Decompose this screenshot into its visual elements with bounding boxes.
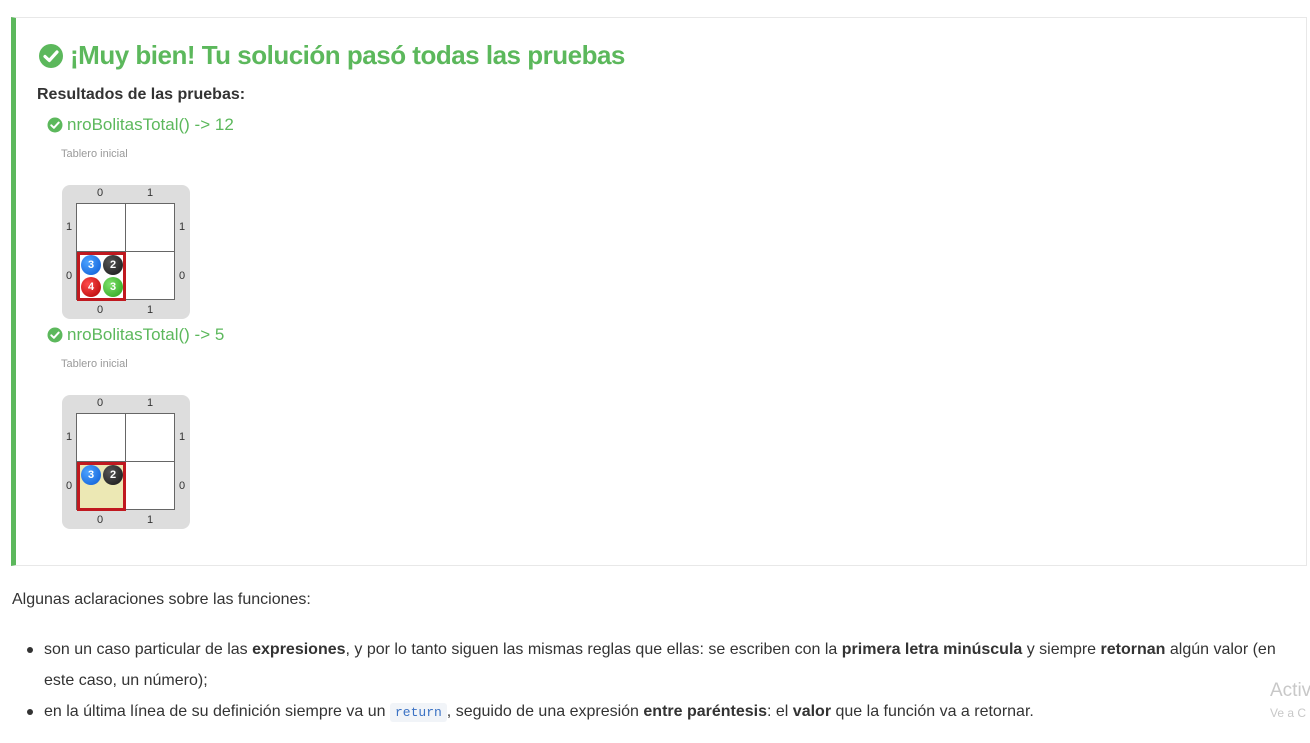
col-label: 1 xyxy=(146,187,154,199)
test-title: nroBolitasTotal() -> 5 xyxy=(47,325,224,345)
explanation-bullet: son un caso particular de las expresione… xyxy=(24,634,1294,696)
initial-board: 0 1 0 1 1 0 1 0 3 2 4 3 xyxy=(62,185,190,319)
ball-blue: 3 xyxy=(81,255,101,275)
row-label: 0 xyxy=(65,480,73,492)
row-label: 1 xyxy=(65,431,73,443)
board-caption: Tablero inicial xyxy=(61,148,128,160)
explanation-bullet: en la última línea de su definición siem… xyxy=(24,696,1294,728)
test-result-panel: ¡Muy bien! Tu solución pasó todas las pr… xyxy=(11,17,1307,566)
ball-green: 3 xyxy=(103,277,123,297)
row-label: 1 xyxy=(178,221,186,233)
activation-watermark: Activ xyxy=(1270,680,1310,701)
test-title-text: nroBolitasTotal() -> 5 xyxy=(67,325,225,344)
row-label: 0 xyxy=(178,270,186,282)
bold-text: entre paréntesis xyxy=(643,703,767,720)
row-label: 1 xyxy=(178,431,186,443)
row-label: 0 xyxy=(178,480,186,492)
ball-red: 4 xyxy=(81,277,101,297)
code-snippet: return xyxy=(389,703,447,722)
col-label: 0 xyxy=(96,397,104,409)
explanation-list: son un caso particular de las expresione… xyxy=(24,634,1294,728)
initial-board: 0 1 0 1 1 0 1 0 3 2 xyxy=(62,395,190,529)
text: que la función va a retornar. xyxy=(831,703,1034,720)
board-caption: Tablero inicial xyxy=(61,358,128,370)
test-case-2: nroBolitasTotal() -> 5 Tablero inicial 0… xyxy=(47,325,224,529)
bold-text: valor xyxy=(792,703,832,720)
check-circle-icon xyxy=(47,117,63,133)
col-label: 1 xyxy=(146,304,154,316)
col-label: 0 xyxy=(96,514,104,526)
bold-text: retornan xyxy=(1100,641,1166,658)
col-label: 0 xyxy=(96,304,104,316)
result-title: ¡Muy bien! Tu solución pasó todas las pr… xyxy=(38,40,625,71)
text: , y por lo tanto siguen las mismas regla… xyxy=(345,641,842,658)
check-circle-icon xyxy=(47,327,63,343)
activation-watermark-sub: Ve a C xyxy=(1270,706,1307,720)
text: son un caso particular de las xyxy=(44,641,253,658)
col-label: 1 xyxy=(146,397,154,409)
result-title-text: ¡Muy bien! Tu solución pasó todas las pr… xyxy=(70,40,625,70)
row-label: 0 xyxy=(65,270,73,282)
text: , seguido de una expresión xyxy=(446,703,644,720)
results-label: Resultados de las pruebas: xyxy=(37,86,246,103)
check-circle-icon xyxy=(39,43,63,68)
ball-black: 2 xyxy=(103,255,123,275)
ball-blue: 3 xyxy=(81,465,101,485)
text: y siempre xyxy=(1022,641,1101,658)
test-title: nroBolitasTotal() -> 12 xyxy=(47,115,234,135)
col-label: 0 xyxy=(96,187,104,199)
head-cell: 3 2 4 3 xyxy=(77,252,126,301)
text: en la última línea de su definición siem… xyxy=(44,703,390,720)
bold-text: primera letra minúscula xyxy=(841,641,1023,658)
bold-text: expresiones xyxy=(252,641,346,658)
head-cell: 3 2 xyxy=(77,462,126,511)
col-label: 1 xyxy=(146,514,154,526)
ball-black: 2 xyxy=(103,465,123,485)
test-case-1: nroBolitasTotal() -> 12 Tablero inicial … xyxy=(47,115,234,319)
row-label: 1 xyxy=(65,221,73,233)
explanation-intro: Algunas aclaraciones sobre las funciones… xyxy=(12,591,311,608)
test-title-text: nroBolitasTotal() -> 12 xyxy=(67,115,234,134)
text: : el xyxy=(767,703,793,720)
board-grid: 3 2 4 3 xyxy=(76,203,175,301)
board-grid: 3 2 xyxy=(76,413,175,511)
